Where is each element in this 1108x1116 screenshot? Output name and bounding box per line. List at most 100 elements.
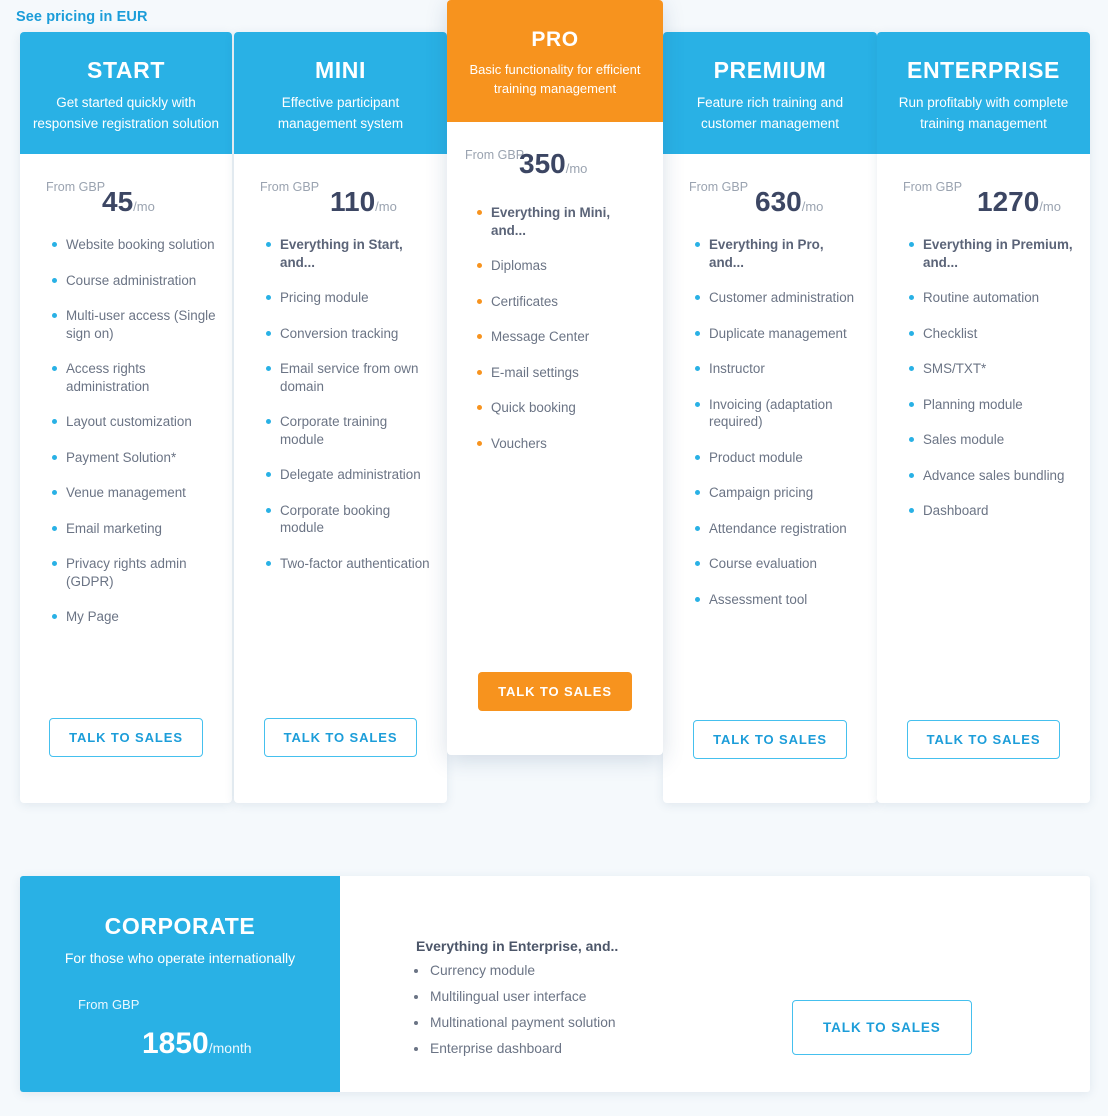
bullet-icon <box>909 472 914 478</box>
bullet-icon <box>695 561 700 566</box>
list-item: Multilingual user interface <box>412 988 616 1006</box>
bullet-icon <box>52 525 57 531</box>
list-item: Corporate booking module <box>266 502 431 537</box>
list-item: Email service from own domain <box>266 360 431 395</box>
plan-price-enterprise: From GBP 1270/mo <box>877 154 1090 236</box>
list-item: Layout customization <box>52 413 216 431</box>
list-item: Two-factor authentication <box>266 555 431 573</box>
plan-cta-wrap-mini: TALK TO SALES <box>234 718 447 757</box>
corporate-features-intro: Everything in Enterprise, and.. <box>416 938 619 954</box>
list-item: Access rights administration <box>52 360 216 395</box>
plan-tagline-premium: Feature rich training and customer manag… <box>696 95 844 131</box>
plan-name-start: START <box>87 57 165 83</box>
bullet-icon <box>695 242 700 247</box>
list-item: Attendance registration <box>695 520 861 538</box>
bullet-icon <box>695 596 700 602</box>
bullet-icon <box>266 560 271 566</box>
price-from-label: From GBP <box>689 180 749 194</box>
bullet-icon <box>266 242 271 247</box>
list-item: Everything in Pro, and... <box>695 236 861 271</box>
corporate-features-list: Currency module Multilingual user interf… <box>412 962 616 1066</box>
talk-to-sales-button-corporate[interactable]: TALK TO SALES <box>792 1000 972 1055</box>
talk-to-sales-button-enterprise[interactable]: TALK TO SALES <box>906 720 1061 759</box>
bullet-icon <box>52 561 57 566</box>
talk-to-sales-button-pro[interactable]: TALK TO SALES <box>478 672 632 711</box>
corporate-plan-name: CORPORATE <box>104 913 256 939</box>
corporate-plan-tagline: For those who operate internationally <box>64 950 296 966</box>
bullet-icon <box>695 366 700 371</box>
list-item: Vouchers <box>477 435 647 453</box>
price-from-label: From GBP <box>78 997 140 1012</box>
price-amount: 1270/mo <box>977 186 1061 217</box>
plan-cta-wrap-start: TALK TO SALES <box>20 718 232 757</box>
price-amount: 110/mo <box>330 186 397 217</box>
bullet-icon <box>414 1021 418 1025</box>
plan-name-mini: MINI <box>315 57 366 83</box>
bullet-icon <box>695 525 700 531</box>
list-item: Venue management <box>52 484 216 502</box>
bullet-icon <box>52 614 57 619</box>
talk-to-sales-button-premium[interactable]: TALK TO SALES <box>693 720 847 759</box>
plan-card-enterprise[interactable]: ENTERPRISE Run profitably with complete … <box>877 32 1090 803</box>
plan-name-premium: PREMIUM <box>713 57 827 83</box>
bullet-icon <box>52 242 57 247</box>
talk-to-sales-button-start[interactable]: TALK TO SALES <box>49 718 203 757</box>
plan-card-start[interactable]: START Get started quickly with responsiv… <box>20 32 232 803</box>
corporate-plan-price: From GBP 1850/month <box>20 996 340 1059</box>
bullet-icon <box>266 472 271 477</box>
bullet-icon <box>266 366 271 371</box>
list-item: My Page <box>52 608 216 626</box>
bullet-icon <box>909 295 914 300</box>
plan-card-premium[interactable]: PREMIUM Feature rich training and custom… <box>663 32 877 803</box>
list-item: Delegate administration <box>266 466 431 484</box>
plan-features-enterprise: Everything in Premium, and... Routine au… <box>877 236 1090 520</box>
list-item: Course administration <box>52 272 216 290</box>
bullet-icon <box>477 405 482 410</box>
plan-header-pro: PRO Basic functionality for efficient tr… <box>447 0 663 122</box>
list-item: Instructor <box>695 360 861 378</box>
list-item: Invoicing (adaptation required) <box>695 396 861 431</box>
bullet-icon <box>695 490 700 495</box>
bullet-icon <box>695 454 700 460</box>
plan-name-enterprise: ENTERPRISE <box>907 57 1060 83</box>
talk-to-sales-button-mini[interactable]: TALK TO SALES <box>263 718 418 757</box>
bullet-icon <box>695 295 700 300</box>
bullet-icon <box>414 995 418 999</box>
bullet-icon <box>266 295 271 300</box>
list-item: SMS/TXT* <box>909 360 1074 378</box>
plan-header-mini: MINI Effective participant management sy… <box>234 32 447 154</box>
plan-tagline-enterprise: Run profitably with complete training ma… <box>898 95 1069 131</box>
bullet-icon <box>52 277 57 283</box>
see-pricing-in-eur-link[interactable]: See pricing in EUR <box>16 8 148 26</box>
price-period: /month <box>208 1040 252 1056</box>
list-item: Assessment tool <box>695 591 861 609</box>
plan-card-pro[interactable]: PRO Basic functionality for efficient tr… <box>447 0 663 755</box>
corporate-plan-header: CORPORATE For those who operate internat… <box>20 876 340 1092</box>
plan-header-premium: PREMIUM Feature rich training and custom… <box>663 32 877 154</box>
price-amount: 45/mo <box>102 186 155 217</box>
plan-price-pro: From GBP 350/mo <box>447 122 663 204</box>
plan-features-premium: Everything in Pro, and... Customer admin… <box>663 236 877 608</box>
bullet-icon <box>414 1047 418 1051</box>
price-amount: 350/mo <box>519 148 588 179</box>
list-item: Message Center <box>477 328 647 346</box>
plan-features-start: Website booking solution Course administ… <box>20 236 232 626</box>
price-period: /mo <box>133 199 155 214</box>
list-item: Duplicate management <box>695 325 861 343</box>
bullet-icon <box>477 369 482 375</box>
plan-cta-wrap-pro: TALK TO SALES <box>447 672 663 711</box>
plan-cta-wrap-premium: TALK TO SALES <box>663 720 877 759</box>
list-item: Certificates <box>477 293 647 311</box>
plan-price-premium: From GBP 630/mo <box>663 154 877 236</box>
plan-price-mini: From GBP 110/mo <box>234 154 447 236</box>
plan-card-mini[interactable]: MINI Effective participant management sy… <box>234 32 447 803</box>
list-item: Website booking solution <box>52 236 216 254</box>
price-period: /mo <box>1039 199 1061 214</box>
list-item: Currency module <box>412 962 616 980</box>
bullet-icon <box>477 298 482 304</box>
price-amount: 1850/month <box>142 1027 252 1060</box>
list-item: Payment Solution* <box>52 449 216 467</box>
bullet-icon <box>477 210 482 215</box>
list-item: Everything in Mini, and... <box>477 204 647 239</box>
bullet-icon <box>909 437 914 442</box>
